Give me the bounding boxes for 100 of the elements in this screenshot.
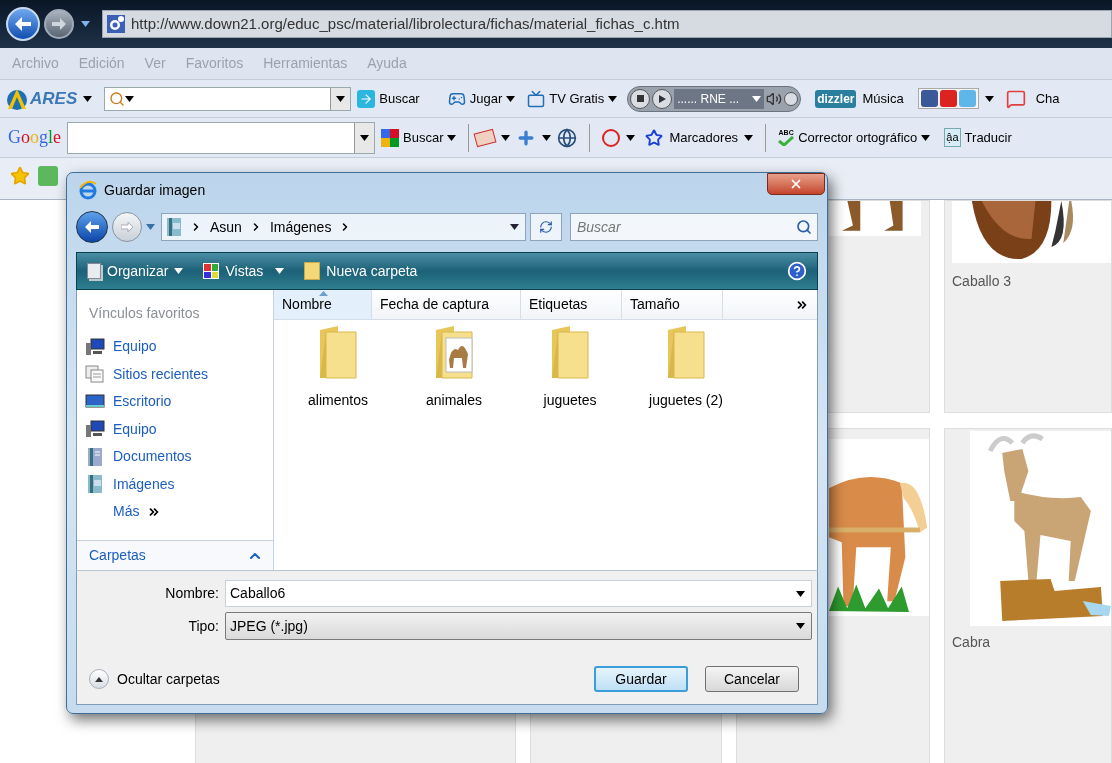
- stop-icon: [630, 88, 651, 109]
- bookmarks-button[interactable]: Marcadores: [645, 127, 754, 148]
- column-header[interactable]: Tamaño: [622, 290, 723, 319]
- folder-item[interactable]: animales: [396, 324, 512, 411]
- ares-logo: ARES: [30, 87, 78, 110]
- caret-icon: [626, 134, 636, 141]
- caret-icon: [447, 134, 457, 141]
- search-icon: [109, 90, 126, 107]
- back-button[interactable]: [76, 211, 108, 243]
- computer-icon: [85, 420, 105, 439]
- caret-icon: [275, 268, 285, 274]
- caret-icon: [984, 95, 994, 102]
- google-search-field[interactable]: [67, 121, 375, 154]
- music-button[interactable]: Música: [862, 88, 904, 109]
- help-icon[interactable]: [787, 261, 807, 281]
- documents-icon: [87, 446, 103, 467]
- caret-icon: [83, 95, 93, 102]
- back-arrow-icon: [85, 221, 99, 233]
- folders-toggle[interactable]: Carpetas: [77, 540, 273, 570]
- column-header[interactable]: Fecha de captura: [372, 290, 521, 319]
- pages-icon: [87, 263, 101, 279]
- chat-icon: [1005, 88, 1026, 109]
- web-page-icon: [107, 15, 125, 33]
- hide-folders-button[interactable]: Ocultar carpetas: [89, 668, 220, 690]
- dizzler-logo: dizzler: [815, 89, 857, 108]
- dropdown-button[interactable]: [330, 87, 351, 110]
- caret-icon: [336, 95, 346, 102]
- caret-icon: [506, 95, 516, 102]
- favorite-link[interactable]: Sitios recientes: [77, 360, 273, 388]
- caret-icon: [752, 95, 762, 102]
- radio-player[interactable]: ...... RNE ...: [627, 85, 802, 112]
- file-name-field[interactable]: Caballo6: [225, 580, 812, 607]
- caret-icon: [744, 134, 754, 141]
- translate-icon: ậa: [944, 128, 961, 147]
- folder-item[interactable]: alimentos: [280, 324, 396, 411]
- card-caption: Caballo 3: [952, 272, 1013, 291]
- caret-icon: [360, 134, 369, 141]
- favorite-link[interactable]: Equipo: [77, 333, 273, 361]
- views-icon: [203, 263, 220, 279]
- google-icon: [381, 128, 399, 147]
- favorite-link[interactable]: Documentos: [77, 443, 273, 471]
- caret-icon: [921, 134, 931, 141]
- search-field[interactable]: Buscar: [570, 213, 818, 241]
- collapse-icon: [89, 669, 109, 689]
- caret-icon: [501, 134, 511, 141]
- caret-icon: [510, 224, 519, 230]
- star-icon: [645, 128, 664, 147]
- breadcrumb-item[interactable]: Asun: [210, 216, 242, 238]
- search-button[interactable]: Buscar: [357, 88, 420, 109]
- forward-arrow-icon: [52, 18, 66, 30]
- folder-item[interactable]: juguetes: [512, 324, 628, 411]
- social-icons[interactable]: [917, 88, 979, 109]
- toolbar-menu-button[interactable]: TV Gratis: [527, 88, 618, 109]
- favorite-link[interactable]: Equipo: [77, 415, 273, 443]
- file-type-select[interactable]: JPEG (*.jpg): [225, 612, 812, 640]
- dropdown-button[interactable]: [354, 122, 374, 153]
- views-button[interactable]: Vistas: [203, 260, 285, 282]
- volume-icon: [766, 90, 783, 107]
- column-header[interactable]: Etiquetas: [521, 290, 622, 319]
- computer-icon: [85, 337, 105, 356]
- favorite-link[interactable]: Escritorio: [77, 388, 273, 416]
- folder-item[interactable]: juguetes (2): [628, 324, 744, 411]
- back-arrow-icon: [15, 17, 31, 31]
- google-logo: Google: [8, 126, 61, 149]
- refresh-button[interactable]: [530, 213, 562, 241]
- breadcrumb-bar[interactable]: Asun Imágenes: [161, 213, 526, 241]
- forward-arrow-icon: [121, 222, 133, 232]
- caret-icon: [796, 623, 805, 629]
- google-search-button[interactable]: Buscar: [381, 127, 457, 148]
- forward-button[interactable]: [44, 9, 74, 39]
- column-header[interactable]: Nombre: [274, 290, 372, 319]
- address-field[interactable]: http://www.down21.org/educ_psc/material/librolectura/fichas/material_fichas_c.htm: [102, 10, 1112, 38]
- caret-icon: [608, 95, 618, 102]
- pictures-icon: [87, 474, 103, 495]
- favorite-link[interactable]: Más: [77, 498, 273, 526]
- breadcrumb-item[interactable]: Imágenes: [269, 216, 332, 238]
- dialog-button[interactable]: Guardar: [594, 666, 688, 692]
- favorites-star-icon[interactable]: [10, 166, 30, 186]
- sort-arrow-icon: [319, 291, 328, 296]
- address-text: http://www.down21.org/educ_psc/material/librolectura/fichas/material_fichas_c.htm: [131, 13, 680, 34]
- dialog-title: Guardar imagen: [104, 180, 206, 200]
- dialog-button[interactable]: Cancelar: [705, 666, 799, 692]
- caret-icon: [174, 268, 184, 274]
- station-dropdown[interactable]: ...... RNE ...: [674, 88, 765, 109]
- file-type-label: Tipo:: [187, 616, 220, 636]
- desktop-icon: [85, 393, 105, 410]
- translate-button[interactable]: ậa Traducir: [944, 127, 1012, 148]
- toolbar-menu-button[interactable]: Jugar: [447, 88, 516, 109]
- pictures-icon: [166, 217, 182, 237]
- caret-icon: [125, 95, 135, 102]
- file-name-label: Nombre:: [164, 584, 220, 603]
- globe-icon[interactable]: [557, 127, 578, 148]
- organize-button[interactable]: Organizar: [87, 260, 184, 282]
- new-folder-button[interactable]: Nueva carpeta: [304, 260, 418, 282]
- search-field[interactable]: [104, 86, 352, 111]
- ie-logo-icon: [78, 180, 98, 200]
- chat-button[interactable]: Cha: [1035, 88, 1060, 109]
- favorite-link[interactable]: Imágenes: [77, 470, 273, 498]
- favorites-header: Vínculos favoritos: [88, 304, 201, 323]
- close-button[interactable]: [767, 173, 825, 195]
